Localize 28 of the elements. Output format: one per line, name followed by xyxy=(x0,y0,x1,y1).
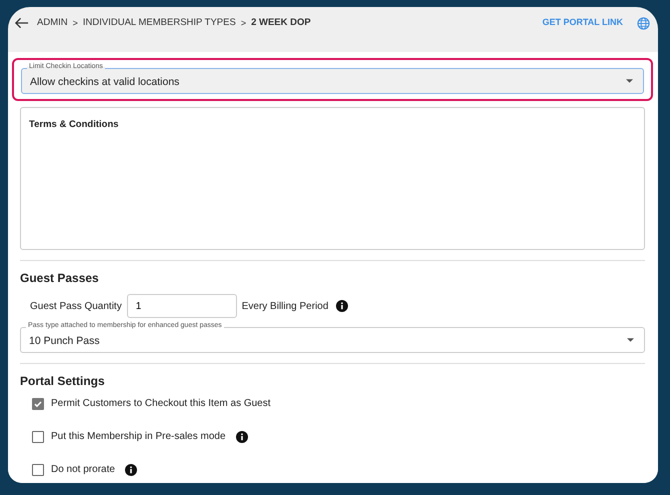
breadcrumb-separator: > xyxy=(240,18,246,28)
breadcrumb-current: 2 WEEK DOP xyxy=(251,17,311,28)
info-icon[interactable] xyxy=(236,430,248,442)
caret-icon xyxy=(627,338,634,342)
period-label: Every Billing Period xyxy=(242,300,328,312)
checkbox[interactable] xyxy=(32,398,44,410)
select-field[interactable]: Allow checkins at valid locations xyxy=(21,68,644,94)
breadcrumb-link[interactable]: ADMIN xyxy=(37,17,68,28)
caret-icon xyxy=(626,79,633,83)
breadcrumb-link[interactable]: INDIVIDUAL MEMBERSHIP TYPES xyxy=(82,17,236,28)
info-icon[interactable] xyxy=(336,300,348,312)
info-icon[interactable] xyxy=(124,464,137,476)
terms-label: Terms & Conditions xyxy=(29,119,119,130)
checkbox[interactable] xyxy=(32,430,44,442)
section-title: Guest Passes xyxy=(20,271,100,285)
checkbox-label: Permit Customers to Checkout this Item as Guest xyxy=(51,398,271,409)
checkbox[interactable] xyxy=(32,464,44,476)
quantity-label: Guest Pass Quantity xyxy=(30,300,122,312)
section-title: Portal Settings xyxy=(20,374,106,388)
breadcrumb-separator: > xyxy=(72,18,78,28)
terms-box[interactable]: Terms & Conditions xyxy=(20,107,645,250)
globe-icon[interactable] xyxy=(637,17,650,30)
checkbox-label: Do not prorate xyxy=(51,464,115,475)
back-arrow-icon[interactable] xyxy=(14,17,29,29)
select-value: 10 Punch Pass xyxy=(29,334,101,347)
checkbox-label: Put this Membership in Pre-sales mode xyxy=(51,431,226,442)
select-value: Allow checkins at valid locations xyxy=(30,75,180,88)
quantity-input[interactable]: 1 xyxy=(126,294,237,318)
